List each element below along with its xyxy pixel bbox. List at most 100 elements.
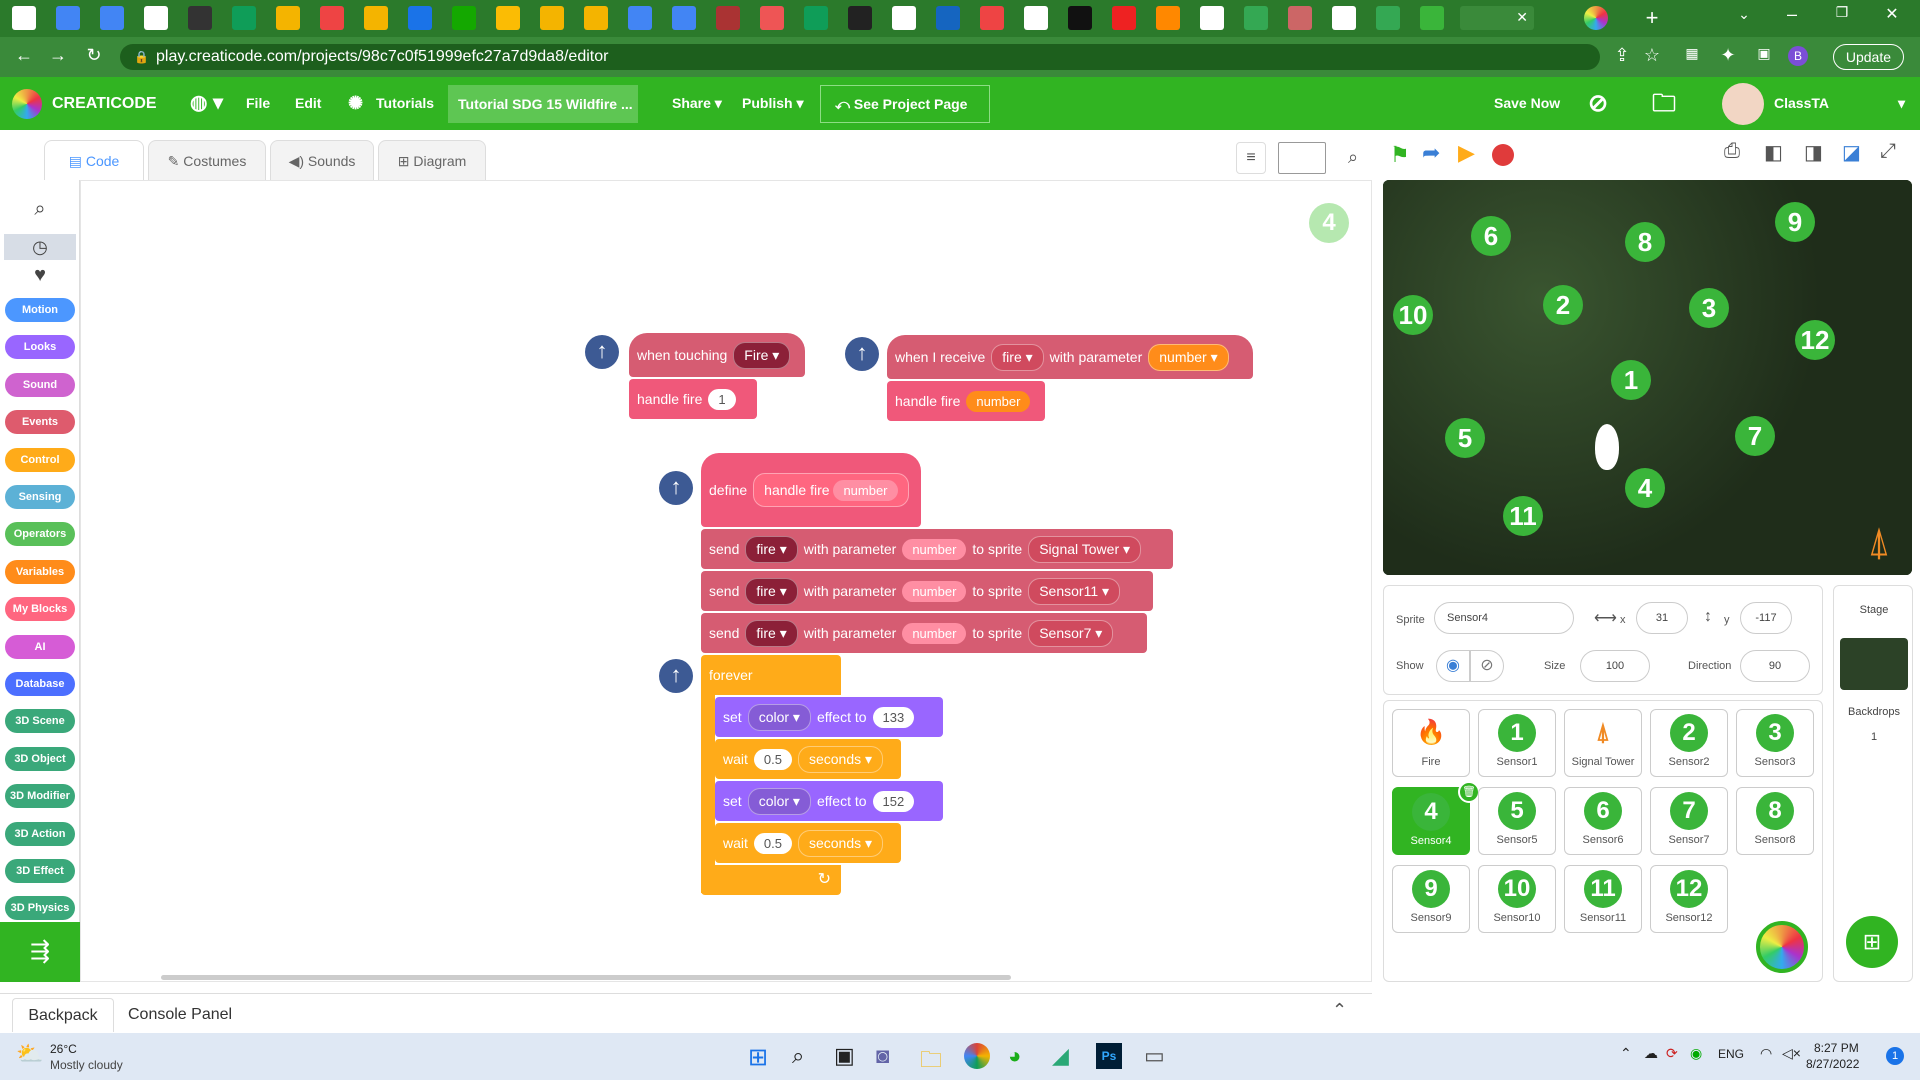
- maximize-icon[interactable]: ❐: [1830, 4, 1854, 21]
- back-icon[interactable]: ←: [12, 45, 36, 66]
- category-3d-object[interactable]: 3D Object: [5, 746, 75, 771]
- slides-tab-icon[interactable]: [364, 6, 388, 30]
- sprite-tile-sensor9[interactable]: 9 Sensor9: [1392, 865, 1470, 933]
- sensor-12-marker[interactable]: 12: [1795, 320, 1835, 360]
- fire-sprite[interactable]: [1595, 424, 1619, 470]
- sprite-tile-sensor12[interactable]: 12 Sensor12: [1650, 865, 1728, 933]
- active-tab[interactable]: ✕: [1460, 6, 1534, 30]
- add-backdrop-button[interactable]: ⊞: [1846, 916, 1898, 968]
- code-workspace[interactable]: 4 ↑ when touching Fire ▾ handle fire 1 ↑…: [80, 180, 1427, 982]
- direction-input[interactable]: 90: [1740, 650, 1810, 682]
- set1-value[interactable]: 133: [872, 706, 915, 728]
- palette-search-icon[interactable]: ⌕: [4, 184, 76, 234]
- hide-eye-icon[interactable]: ⊘: [1470, 650, 1504, 682]
- app-tab-icon[interactable]: [1420, 6, 1444, 30]
- app-tab-icon[interactable]: [936, 6, 960, 30]
- minimize-icon[interactable]: –: [1780, 4, 1804, 25]
- wait2-value[interactable]: 0.5: [753, 832, 792, 854]
- param-variable[interactable]: number ▾: [1148, 343, 1229, 371]
- profile-avatar[interactable]: B: [1788, 46, 1808, 66]
- receive-dropdown[interactable]: fire ▾: [991, 343, 1044, 371]
- sprite-tile-sensor11[interactable]: 11 Sensor11: [1564, 865, 1642, 933]
- wifi-icon[interactable]: ◠: [1760, 1045, 1772, 1062]
- app-tab-icon[interactable]: [628, 6, 652, 30]
- docs-tab-icon[interactable]: [100, 6, 124, 30]
- tray-app-icon[interactable]: ◉: [1690, 1045, 1702, 1062]
- edit-menu[interactable]: Edit: [295, 77, 321, 130]
- sensor-6-marker[interactable]: 6: [1471, 216, 1511, 256]
- category-3d-action[interactable]: 3D Action: [5, 821, 75, 846]
- google-tab-icon[interactable]: [1332, 6, 1356, 30]
- define-param[interactable]: number: [833, 480, 898, 501]
- play-icon[interactable]: ▶: [1458, 140, 1475, 166]
- user-avatar[interactable]: [1722, 83, 1764, 125]
- camera-icon[interactable]: ⎙: [1724, 140, 1740, 163]
- handle-fire-call-block[interactable]: handle fire 1: [629, 379, 757, 419]
- when-touching-hat-block[interactable]: when touching Fire ▾: [629, 333, 805, 377]
- see-project-page-button[interactable]: ⤺ See Project Page: [820, 85, 990, 123]
- wechat-icon[interactable]: ◕: [1008, 1043, 1021, 1069]
- green-flag-icon[interactable]: ⚑: [1390, 142, 1410, 168]
- qr-extension-icon[interactable]: ▦: [1680, 45, 1704, 62]
- console-panel-tab[interactable]: Console Panel: [128, 998, 232, 1032]
- google-tab-icon[interactable]: [1200, 6, 1224, 30]
- chrome-icon[interactable]: [964, 1043, 990, 1069]
- sprite-tile-sensor6[interactable]: 6 Sensor6: [1564, 787, 1642, 855]
- app-tab-icon[interactable]: [716, 6, 740, 30]
- sensor-11-marker[interactable]: 11: [1503, 496, 1543, 536]
- call2-arg[interactable]: number: [966, 390, 1031, 412]
- folder-icon[interactable]: 🗀: [1652, 77, 1676, 130]
- app-icon[interactable]: ◢: [1052, 1043, 1069, 1069]
- file-menu[interactable]: File: [246, 77, 270, 130]
- normal-stage-icon[interactable]: ◨: [1804, 140, 1823, 165]
- tab-costumes[interactable]: ✎ Costumes: [148, 140, 266, 180]
- show-eye-icon[interactable]: ◉: [1436, 650, 1470, 682]
- sensor-5-marker[interactable]: 5: [1445, 418, 1485, 458]
- category-operators[interactable]: Operators: [5, 522, 75, 547]
- search-icon[interactable]: ⌕: [1338, 142, 1368, 174]
- clock-time[interactable]: 8:27 PM: [1814, 1041, 1859, 1055]
- when-i-receive-hat-block[interactable]: when I receive fire ▾ with parameter num…: [887, 335, 1253, 379]
- user-menu-chevron-icon[interactable]: ▾: [1898, 77, 1905, 130]
- small-stage-icon[interactable]: ◧: [1764, 140, 1783, 165]
- set-effect-block-2[interactable]: set color ▾ effect to 152: [715, 781, 943, 821]
- wait1-unit-dropdown[interactable]: seconds ▾: [797, 745, 884, 773]
- stage-thumbnail[interactable]: [1840, 638, 1908, 690]
- set2-value[interactable]: 152: [872, 790, 915, 812]
- extensions-icon[interactable]: ✦: [1716, 45, 1740, 66]
- sensor-7-marker[interactable]: 7: [1735, 416, 1775, 456]
- send2-param[interactable]: number: [902, 580, 967, 602]
- app-tab-icon[interactable]: [1112, 6, 1136, 30]
- stop-icon[interactable]: [1492, 144, 1514, 166]
- share-menu[interactable]: Share ▾: [672, 77, 722, 130]
- app-tab-icon[interactable]: [672, 6, 696, 30]
- category-3d-scene[interactable]: 3D Scene: [5, 709, 75, 734]
- publish-menu[interactable]: Publish ▾: [742, 77, 803, 130]
- sheets-tab-icon[interactable]: [804, 6, 828, 30]
- call1-arg[interactable]: 1: [708, 388, 736, 410]
- globe-icon[interactable]: ◍ ▾: [190, 77, 223, 130]
- wait-block-1[interactable]: wait 0.5 seconds ▾: [715, 739, 901, 779]
- app-tab-icon[interactable]: [760, 6, 784, 30]
- weather-temp[interactable]: 26°C: [50, 1042, 77, 1056]
- define-block[interactable]: define handle fire number: [701, 453, 921, 527]
- define-prototype[interactable]: handle fire number: [753, 473, 909, 507]
- sprite-tile-signal-tower[interactable]: ⍋ Signal Tower: [1564, 709, 1642, 777]
- sheets-tab-icon[interactable]: [232, 6, 256, 30]
- send1-msg-dropdown[interactable]: fire ▾: [745, 535, 798, 563]
- sensor-2-marker[interactable]: 2: [1543, 285, 1583, 325]
- category-variables[interactable]: Variables: [5, 559, 75, 584]
- app-tab-icon[interactable]: [980, 6, 1004, 30]
- upwork-tab-icon[interactable]: [452, 6, 476, 30]
- google-tab-icon[interactable]: [1024, 6, 1048, 30]
- send-block-3[interactable]: send fire ▾ with parameter number to spr…: [701, 613, 1147, 653]
- google-tab-icon[interactable]: [892, 6, 916, 30]
- collapse-arrow-icon[interactable]: ↑: [845, 337, 879, 371]
- tab-search-icon[interactable]: ⌄: [1732, 6, 1756, 23]
- backpack-tab[interactable]: Backpack: [12, 998, 114, 1032]
- category-sound[interactable]: Sound: [5, 372, 75, 397]
- forward-icon[interactable]: →: [46, 45, 70, 66]
- delete-sprite-icon[interactable]: 🗑: [1458, 781, 1480, 803]
- volume-icon[interactable]: ◁×: [1782, 1045, 1801, 1062]
- project-title-field[interactable]: Tutorial SDG 15 Wildfire ...: [448, 85, 638, 123]
